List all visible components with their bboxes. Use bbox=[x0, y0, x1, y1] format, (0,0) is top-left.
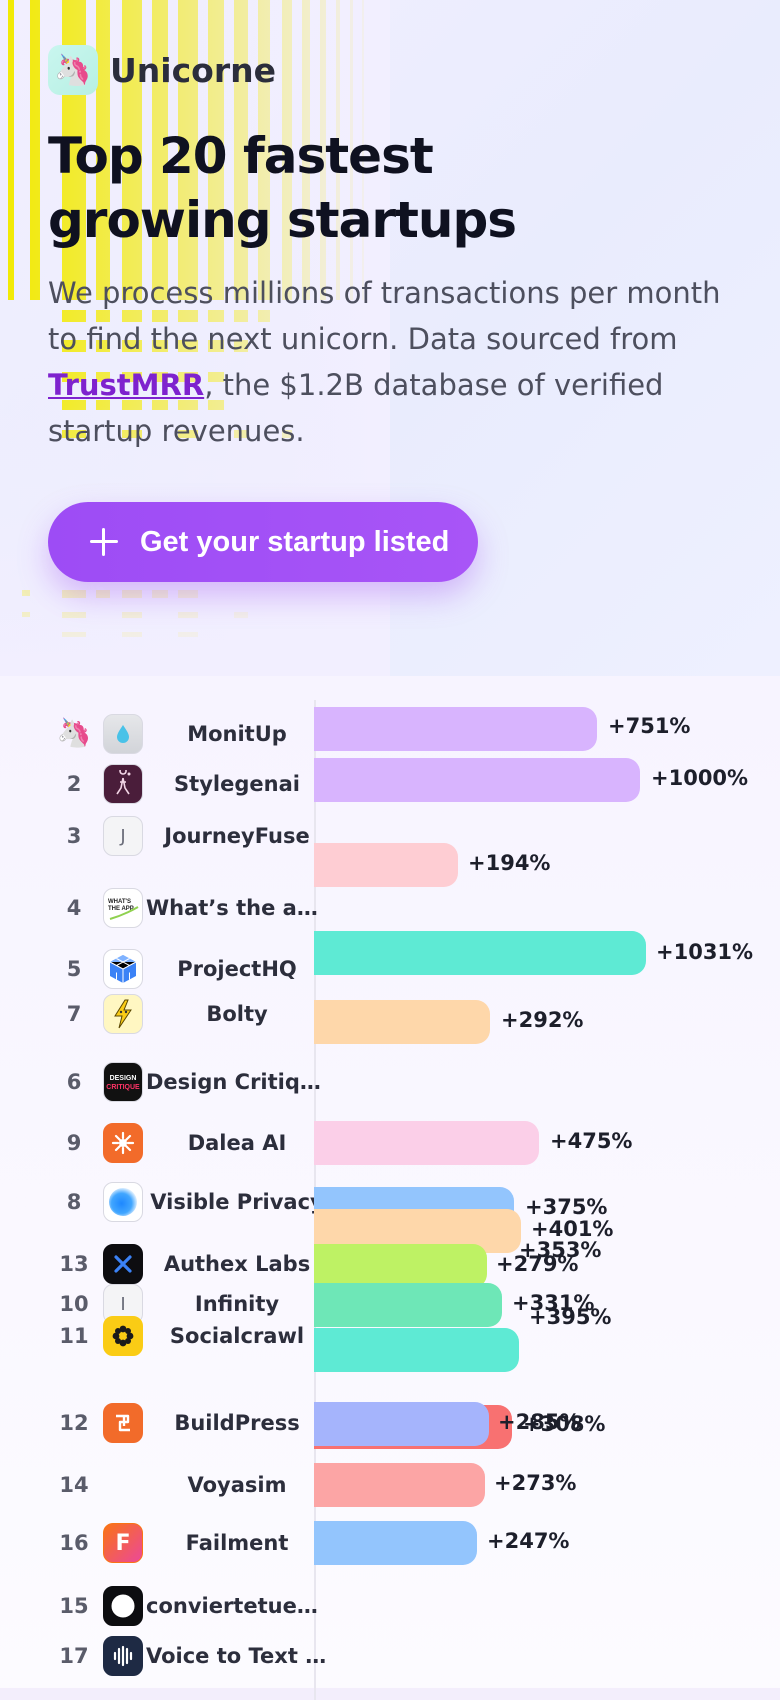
growth-bar bbox=[314, 1244, 487, 1288]
rank-number: 2 bbox=[66, 772, 82, 796]
growth-value: +1000% bbox=[651, 766, 749, 790]
hero-description: We process millions of transactions per … bbox=[48, 270, 748, 454]
get-listed-label: Get your startup listed bbox=[140, 525, 450, 558]
startup-name[interactable]: Failment bbox=[146, 1531, 328, 1555]
whats-the-app-icon: WHAT'S THE APP bbox=[103, 888, 143, 928]
startup-name[interactable]: Authex Labs bbox=[146, 1252, 328, 1276]
growth-value: +475% bbox=[550, 1129, 633, 1153]
hero-content: 🦄 Unicorne Top 20 fastest growing startu… bbox=[48, 44, 748, 483]
trustmrr-link[interactable]: TrustMRR bbox=[48, 368, 204, 402]
get-listed-button[interactable]: Get your startup listed bbox=[48, 502, 478, 582]
growth-value: +279% bbox=[496, 1252, 579, 1276]
rank-number: 16 bbox=[59, 1531, 89, 1555]
startup-name[interactable]: Design Critique bbox=[146, 1070, 328, 1094]
startup-name[interactable]: Dalea AI bbox=[146, 1131, 328, 1155]
blue-orb-icon bbox=[103, 1182, 143, 1222]
rank-number: 14 bbox=[59, 1473, 89, 1497]
startup-name[interactable]: BuildPress bbox=[146, 1411, 328, 1435]
rank-number: 3 bbox=[66, 824, 82, 848]
svg-text:WHAT'S: WHAT'S bbox=[108, 899, 131, 905]
growth-value: +751% bbox=[608, 714, 691, 738]
growth-bar bbox=[314, 758, 640, 802]
page-title: Top 20 fastest growing startups bbox=[48, 127, 517, 249]
growth-bar bbox=[314, 707, 597, 751]
x-icon bbox=[103, 1244, 143, 1284]
growth-value: +285% bbox=[498, 1410, 581, 1434]
rank-number: 17 bbox=[59, 1644, 89, 1668]
svg-text:CRITIQUE: CRITIQUE bbox=[106, 1084, 140, 1091]
startup-name[interactable]: Visible Privacy bbox=[146, 1190, 328, 1214]
rank-number: 4 bbox=[66, 896, 82, 920]
ring-icon bbox=[103, 1586, 143, 1626]
growth-bar bbox=[314, 1000, 490, 1044]
startup-name[interactable]: ProjectHQ bbox=[146, 957, 328, 981]
growth-bar bbox=[314, 843, 458, 887]
startup-name[interactable]: Socialcrawl bbox=[146, 1324, 328, 1348]
rank-number: 9 bbox=[66, 1131, 82, 1155]
bolt-mascot-icon bbox=[103, 994, 143, 1034]
startup-name[interactable]: Bolty bbox=[146, 1002, 328, 1026]
rank-number: 10 bbox=[59, 1292, 89, 1316]
rank-number: 13 bbox=[59, 1252, 89, 1276]
startup-name[interactable]: Voyasim bbox=[146, 1473, 328, 1497]
svg-text:DESIGN: DESIGN bbox=[110, 1075, 137, 1082]
growth-value: +194% bbox=[468, 851, 551, 875]
letter-j-icon: J bbox=[103, 816, 143, 856]
growth-bar bbox=[314, 1402, 489, 1446]
growth-value: +273% bbox=[494, 1471, 577, 1495]
growth-bar bbox=[314, 931, 646, 975]
growth-value: +395% bbox=[529, 1305, 612, 1329]
rank-number: 15 bbox=[59, 1594, 89, 1618]
brand-name: Unicorne bbox=[110, 50, 276, 90]
growth-bar bbox=[314, 1121, 539, 1165]
rank-number: 7 bbox=[66, 1002, 82, 1026]
rank-number: 5 bbox=[66, 957, 82, 981]
startup-name[interactable]: conviertetuesta… bbox=[146, 1594, 328, 1618]
soundwave-icon bbox=[103, 1636, 143, 1676]
leaderboard: 🦄 MonitUp +751% 2 Stylegenai +1000% 3 J … bbox=[0, 676, 780, 1700]
plus-icon bbox=[90, 528, 118, 556]
flower-icon bbox=[103, 1316, 143, 1356]
figure-icon bbox=[103, 764, 143, 804]
letter-f-icon: F bbox=[103, 1523, 143, 1563]
growth-value: +292% bbox=[501, 1008, 584, 1032]
rank-number: 6 bbox=[66, 1070, 82, 1094]
rank-number: 8 bbox=[66, 1190, 82, 1214]
hex-cube-icon bbox=[103, 949, 143, 989]
startup-name[interactable]: JourneyFuse bbox=[146, 824, 328, 848]
growth-value: +375% bbox=[525, 1195, 608, 1219]
startup-name[interactable]: Infinity bbox=[146, 1292, 328, 1316]
growth-bar bbox=[314, 1463, 485, 1507]
startup-name[interactable]: Voice to Text O… bbox=[146, 1644, 328, 1668]
hero-section: 🦄 Unicorne Top 20 fastest growing startu… bbox=[0, 0, 780, 676]
dalea-icon bbox=[103, 1123, 143, 1163]
growth-bar bbox=[314, 1328, 519, 1372]
growth-bar bbox=[314, 1521, 477, 1565]
startup-name[interactable]: MonitUp bbox=[146, 722, 328, 746]
design-critique-icon: DESIGN CRITIQUE bbox=[103, 1062, 143, 1102]
brand[interactable]: 🦄 Unicorne bbox=[48, 44, 748, 96]
startup-name[interactable]: What’s the app … bbox=[146, 896, 328, 920]
drop-icon bbox=[103, 714, 143, 754]
growth-bar bbox=[314, 1283, 502, 1327]
growth-value: +1031% bbox=[656, 940, 754, 964]
rank-number: 12 bbox=[59, 1411, 89, 1435]
growth-value: +247% bbox=[487, 1529, 570, 1553]
buildpress-icon bbox=[103, 1403, 143, 1443]
rank-unicorn-icon: 🦄 bbox=[56, 716, 92, 749]
unicorn-icon: 🦄 bbox=[48, 45, 98, 95]
lead-text-start: We process millions of transactions per … bbox=[48, 276, 721, 356]
startup-name[interactable]: Stylegenai bbox=[146, 772, 328, 796]
rank-number: 11 bbox=[59, 1324, 89, 1348]
